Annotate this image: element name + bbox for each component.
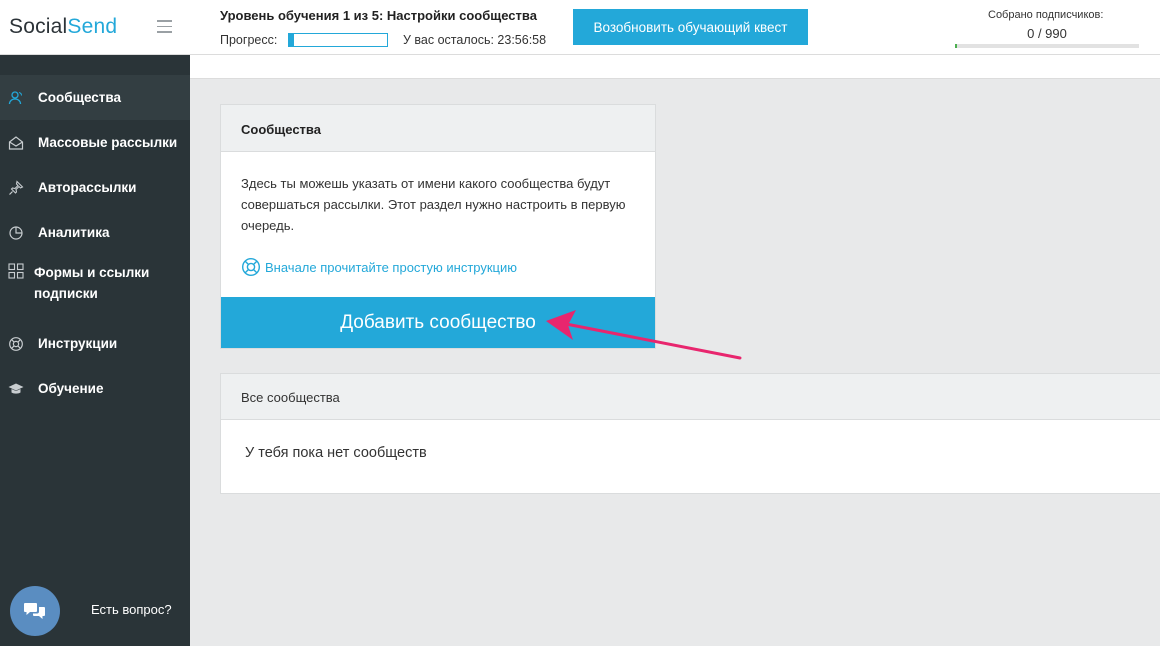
all-communities-title: Все сообщества	[221, 374, 1160, 420]
resume-quest-button[interactable]: Возобновить обучающий квест	[573, 9, 808, 45]
subscribers-progress-fill	[955, 44, 957, 48]
tutorial-progress-bar	[288, 33, 388, 47]
sidebar-item-label: Инструкции	[38, 336, 118, 351]
sidebar: Сообщества Массовые рассылки Авторассылк…	[0, 55, 190, 646]
communities-card-title: Сообщества	[221, 105, 655, 152]
tutorial-progress-fill	[289, 34, 294, 46]
instruction-link-text: Вначале прочитайте простую инструкцию	[265, 259, 518, 275]
communities-card-description: Здесь ты можешь указать от имени какого …	[241, 176, 626, 233]
time-left-text: У вас осталось: 23:56:58	[403, 33, 547, 47]
instruction-link[interactable]: Вначале прочитайте простую инструкцию	[241, 257, 517, 277]
sidebar-item-label: Обучение	[38, 381, 104, 396]
empty-communities-text: У тебя пока нет сообществ	[245, 445, 427, 461]
sidebar-item-forms-links[interactable]: Формы и ссылки подписки	[0, 255, 190, 311]
subscribers-count: 0 / 990	[1027, 26, 1067, 41]
hamburger-menu-icon[interactable]	[157, 20, 172, 33]
lifebuoy-icon	[8, 336, 24, 352]
sidebar-item-label: Формы и ссылки подписки	[34, 265, 150, 301]
logo-text-part1: Social	[9, 15, 68, 38]
sidebar-item-label: Массовые рассылки	[38, 135, 178, 150]
subscribers-label: Собрано подписчиков:	[988, 9, 1104, 21]
grid-icon	[8, 263, 24, 279]
sidebar-item-auto-mailings[interactable]: Авторассылки	[0, 165, 190, 210]
sidebar-item-label: Аналитика	[38, 225, 110, 240]
chat-question-label[interactable]: Есть вопрос?	[91, 602, 172, 617]
sidebar-item-analytics[interactable]: Аналитика	[0, 210, 190, 255]
all-communities-card: Все сообщества У тебя пока нет сообществ	[220, 373, 1160, 494]
users-icon	[8, 90, 24, 106]
sidebar-item-instructions[interactable]: Инструкции	[0, 321, 190, 366]
pin-icon	[8, 179, 24, 196]
sidebar-item-communities[interactable]: Сообщества	[0, 75, 190, 120]
sidebar-item-mass-mailings[interactable]: Массовые рассылки	[0, 120, 190, 165]
progress-label: Прогресс:	[220, 33, 278, 47]
content-top-strip	[190, 55, 1160, 79]
graduation-cap-icon	[8, 381, 24, 397]
tutorial-level-title: Уровень обучения 1 из 5: Настройки сообщ…	[220, 8, 537, 23]
logo-text-part2: Send	[67, 15, 118, 38]
communities-card: Сообщества Здесь ты можешь указать от им…	[220, 104, 656, 349]
lifebuoy-icon	[241, 257, 261, 277]
add-community-button[interactable]: Добавить сообщество	[221, 297, 655, 348]
subscribers-progress-bar	[955, 44, 1139, 48]
top-header: SocialSend Уровень обучения 1 из 5: Наст…	[0, 0, 1160, 55]
chat-button[interactable]	[10, 586, 60, 636]
sidebar-item-training[interactable]: Обучение	[0, 366, 190, 411]
pie-chart-icon	[8, 225, 24, 241]
sidebar-item-label: Сообщества	[38, 90, 122, 105]
chat-bubbles-icon	[24, 603, 45, 619]
sidebar-item-label: Авторассылки	[38, 180, 137, 195]
app-logo[interactable]: SocialSend	[9, 15, 117, 39]
envelope-icon	[8, 135, 24, 151]
